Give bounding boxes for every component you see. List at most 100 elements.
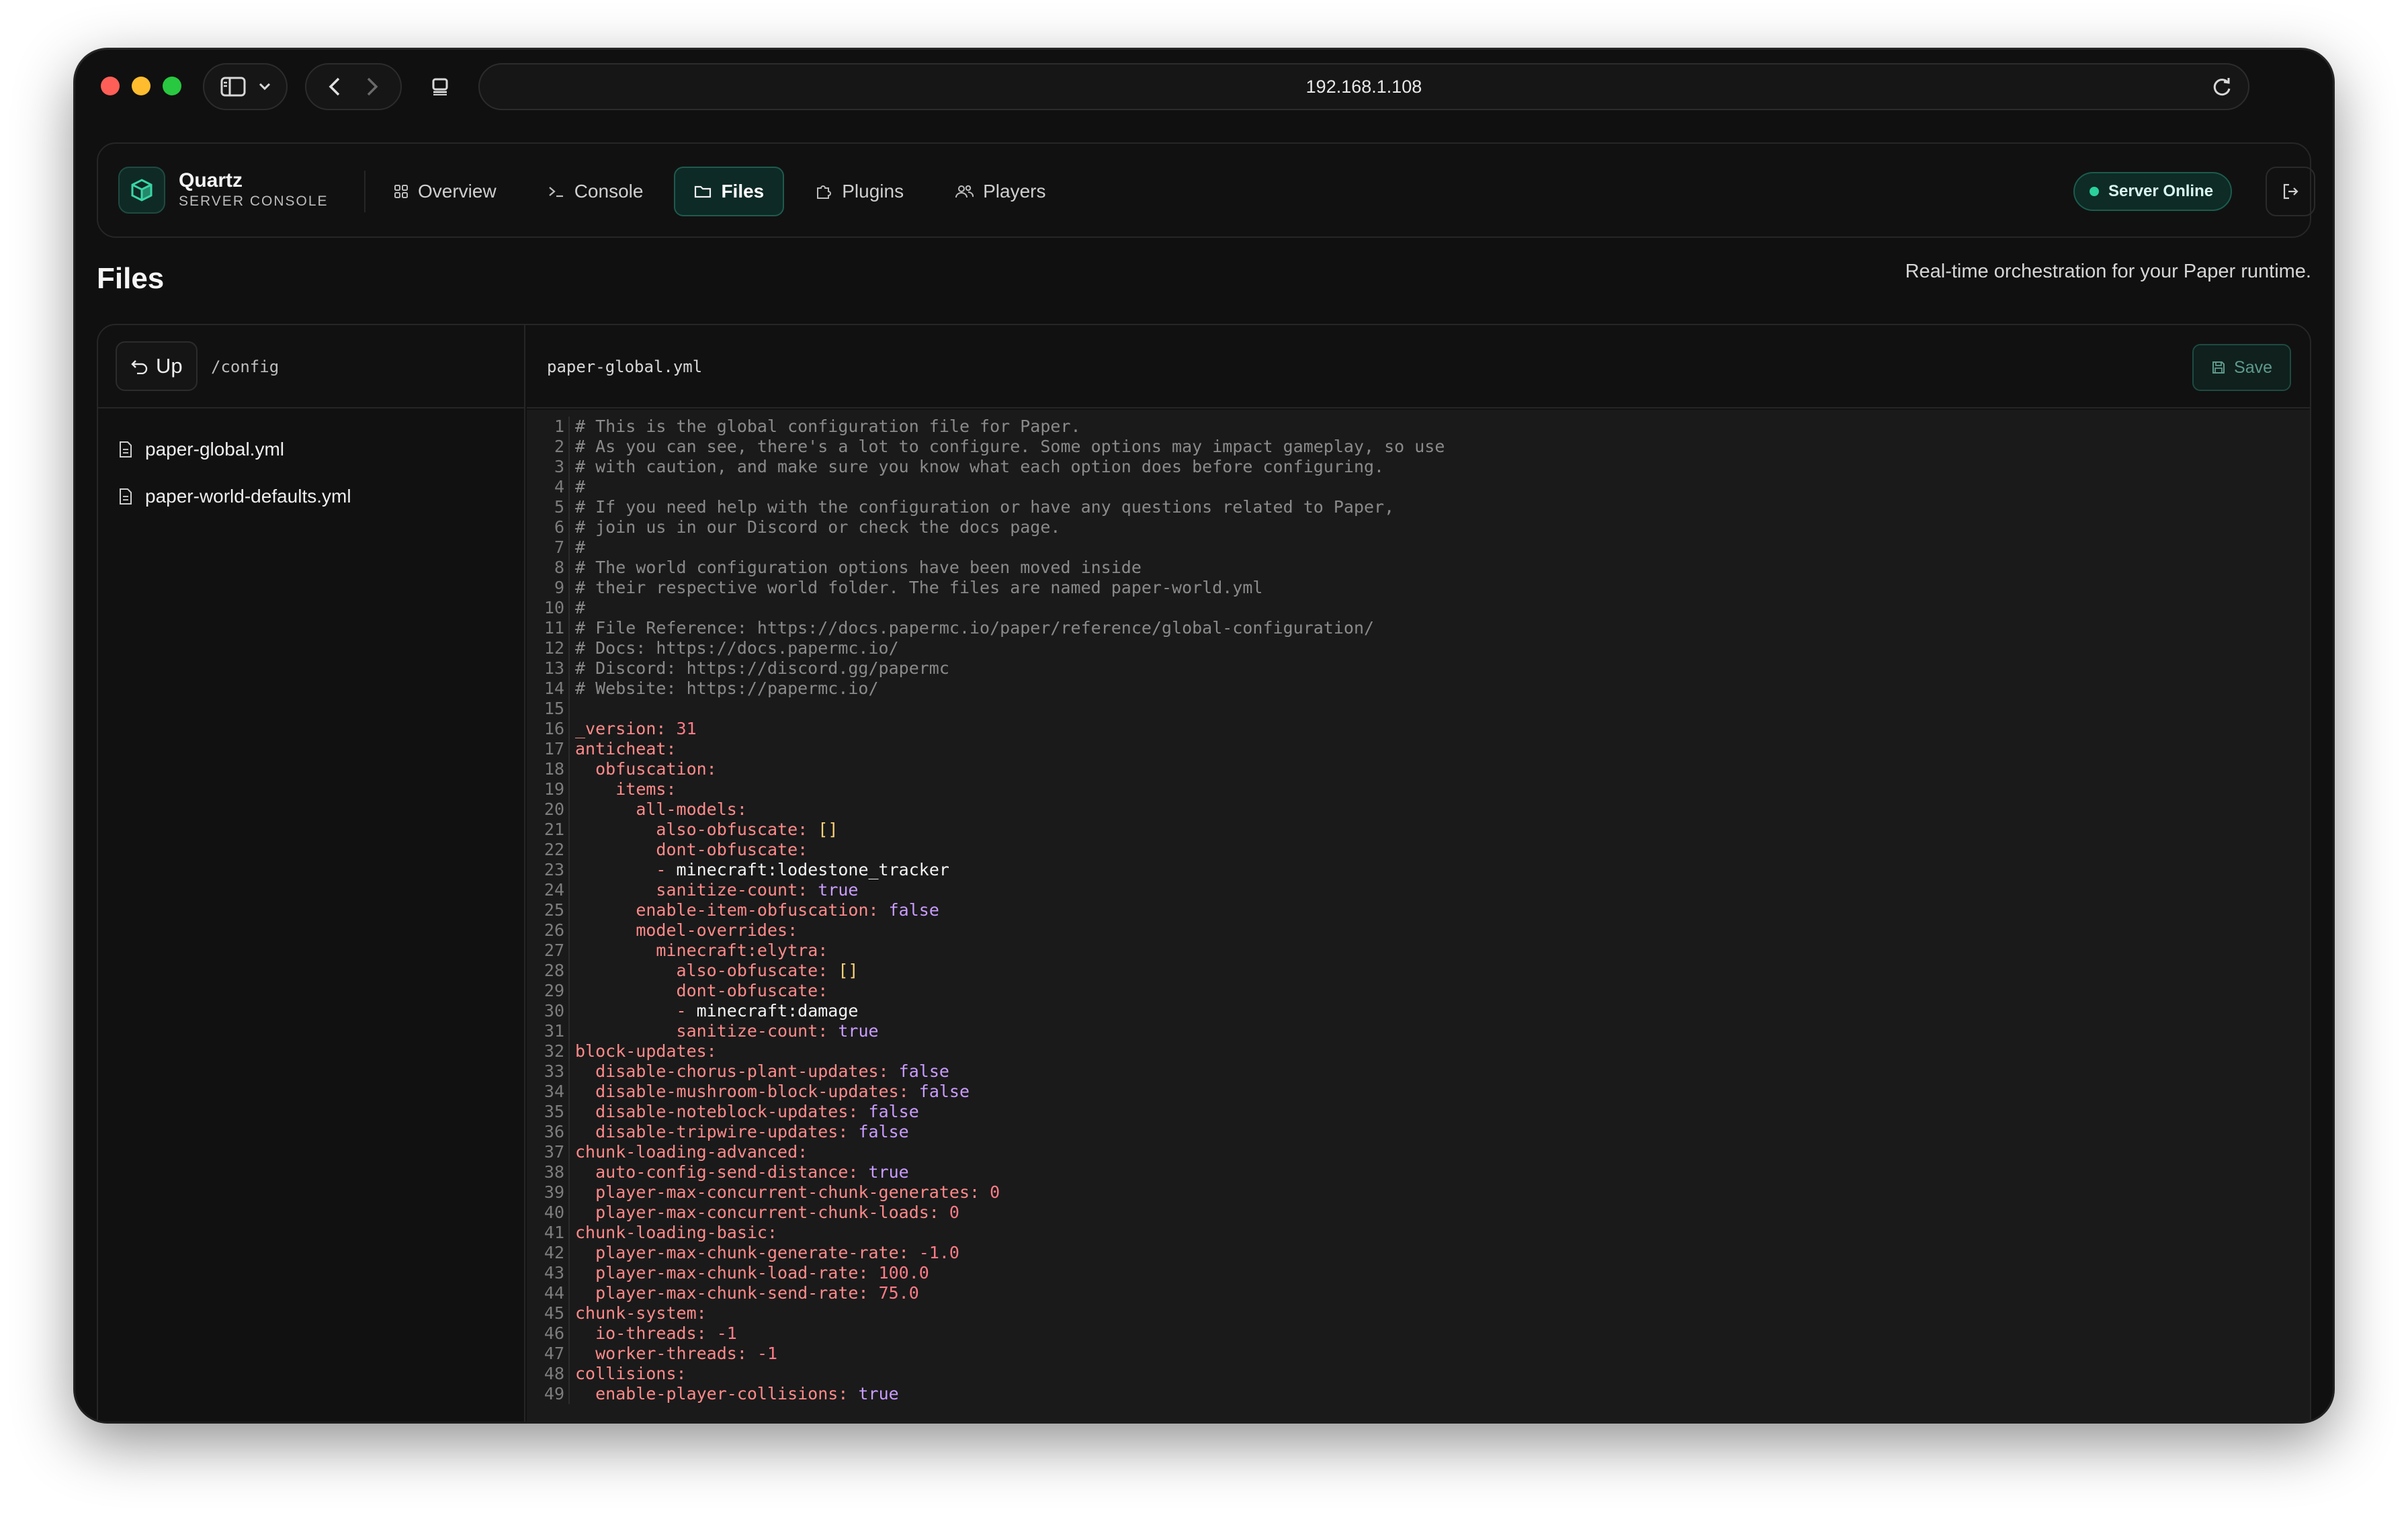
line-number: 15 [527, 699, 570, 719]
tab-overview-button[interactable] [425, 63, 456, 110]
line-text: # join us in our Discord or check the do… [575, 517, 1061, 537]
line-text: auto-config-send-distance: true [595, 1162, 909, 1182]
up-directory-button[interactable]: Up [116, 341, 198, 391]
editor-toolbar: paper-global.yml Save [527, 325, 2310, 408]
line-number: 29 [527, 981, 570, 1001]
tab-players[interactable]: Players [935, 167, 1066, 216]
code-line: 44 player-max-chunk-send-rate: 75.0 [527, 1283, 2310, 1303]
line-text: player-max-chunk-load-rate: 100.0 [595, 1263, 929, 1283]
code-line: 24 sanitize-count: true [527, 880, 2310, 900]
line-text: # The world configuration options have b… [575, 558, 1142, 577]
tab-console-label: Console [574, 181, 644, 202]
save-button[interactable]: Save [2192, 344, 2291, 391]
tab-files-label: Files [721, 181, 765, 202]
line-number: 18 [527, 759, 570, 779]
code-line: 35 disable-noteblock-updates: false [527, 1102, 2310, 1122]
close-window-button[interactable] [101, 77, 120, 95]
line-number: 5 [527, 497, 570, 517]
code-editor[interactable]: 1 # This is the global configuration file… [527, 410, 2310, 1422]
code-line: 13 # Discord: https://discord.gg/papermc [527, 658, 2310, 679]
code-line: 39 player-max-concurrent-chunk-generates… [527, 1182, 2310, 1203]
file-list: paper-global.yml paper-world-defaults.ym… [118, 426, 351, 520]
line-number: 13 [527, 658, 570, 679]
line-text: disable-noteblock-updates: false [595, 1102, 919, 1121]
tab-overview[interactable]: Overview [374, 167, 517, 216]
line-number: 31 [527, 1021, 570, 1041]
tab-console[interactable]: Console [527, 167, 664, 216]
files-panel: Up /config paper-global.yml paper-world-… [97, 324, 2311, 1422]
line-number: 6 [527, 517, 570, 537]
code-line: 6 # join us in our Discord or check the d… [527, 517, 2310, 537]
code-line: 7 # [527, 537, 2310, 558]
chevron-down-icon [259, 83, 270, 91]
minimize-window-button[interactable] [132, 77, 150, 95]
tab-files[interactable]: Files [674, 167, 785, 216]
line-number: 39 [527, 1182, 570, 1203]
code-line: 47 worker-threads: -1 [527, 1344, 2310, 1364]
line-number: 21 [527, 820, 570, 840]
browser-toolbar: 192.168.1.108 [75, 50, 2333, 124]
line-text: disable-chorus-plant-updates: false [595, 1061, 949, 1081]
line-text: disable-mushroom-block-updates: false [595, 1082, 970, 1101]
up-button-label: Up [156, 354, 183, 378]
file-item-paper-global[interactable]: paper-global.yml [118, 426, 351, 473]
code-line: 28 also-obfuscate: [] [527, 961, 2310, 981]
line-number: 9 [527, 578, 570, 598]
code-line: 23 - minecraft:lodestone_tracker [527, 860, 2310, 880]
code-line: 46 io-threads: -1 [527, 1323, 2310, 1344]
code-line: 41 chunk-loading-basic: [527, 1223, 2310, 1243]
line-number: 32 [527, 1041, 570, 1061]
zoom-window-button[interactable] [163, 77, 181, 95]
line-text: player-max-chunk-send-rate: 75.0 [595, 1283, 919, 1303]
line-text: block-updates: [575, 1041, 717, 1061]
code-line: 27 minecraft:elytra: [527, 941, 2310, 961]
code-line: 37 chunk-loading-advanced: [527, 1142, 2310, 1162]
code-line: 10 # [527, 598, 2310, 618]
address-bar[interactable]: 192.168.1.108 [478, 63, 2249, 110]
code-line: 25 enable-item-obfuscation: false [527, 900, 2310, 920]
puzzle-icon [817, 185, 832, 199]
back-arrow-icon[interactable] [328, 77, 341, 97]
line-text: dont-obfuscate: [676, 981, 828, 1000]
sidebar-toggle-button[interactable] [203, 63, 288, 110]
line-number: 47 [527, 1344, 570, 1364]
code-line: 48 collisions: [527, 1364, 2310, 1384]
header-divider [364, 171, 366, 212]
line-number: 33 [527, 1061, 570, 1082]
tab-plugins[interactable]: Plugins [795, 167, 924, 216]
code-line: 17 anticheat: [527, 739, 2310, 759]
reload-icon[interactable] [2210, 76, 2233, 99]
quartz-logo [118, 167, 165, 214]
grid-icon [394, 185, 408, 198]
line-number: 28 [527, 961, 570, 981]
line-number: 8 [527, 558, 570, 578]
tab-overview-label: Overview [418, 181, 497, 202]
line-number: 49 [527, 1384, 570, 1404]
line-number: 1 [527, 417, 570, 437]
file-browser-toolbar: Up /config [98, 325, 524, 408]
code-line: 20 all-models: [527, 799, 2310, 820]
folder-icon [695, 185, 712, 198]
code-line: 12 # Docs: https://docs.papermc.io/ [527, 638, 2310, 658]
forward-arrow-icon[interactable] [366, 77, 379, 97]
line-text: dont-obfuscate: [656, 840, 808, 859]
cube-icon [131, 179, 153, 202]
logout-button[interactable] [2266, 167, 2315, 216]
line-text: minecraft:elytra: [656, 941, 828, 960]
code-line: 16 _version: 31 [527, 719, 2310, 739]
undo-arrow-icon [131, 360, 148, 374]
file-browser: Up /config paper-global.yml paper-world-… [98, 325, 525, 1422]
code-line: 19 items: [527, 779, 2310, 799]
line-number: 40 [527, 1203, 570, 1223]
code-line: 3 # with caution, and make sure you know … [527, 457, 2310, 477]
line-number: 11 [527, 618, 570, 638]
logout-icon [2283, 183, 2298, 200]
line-number: 30 [527, 1001, 570, 1021]
code-line: 18 obfuscation: [527, 759, 2310, 779]
users-icon [955, 185, 974, 198]
line-text: chunk-loading-basic: [575, 1223, 778, 1242]
line-number: 3 [527, 457, 570, 477]
line-text: # [575, 477, 586, 496]
file-item-paper-world-defaults[interactable]: paper-world-defaults.yml [118, 473, 351, 520]
code-line: 31 sanitize-count: true [527, 1021, 2310, 1041]
